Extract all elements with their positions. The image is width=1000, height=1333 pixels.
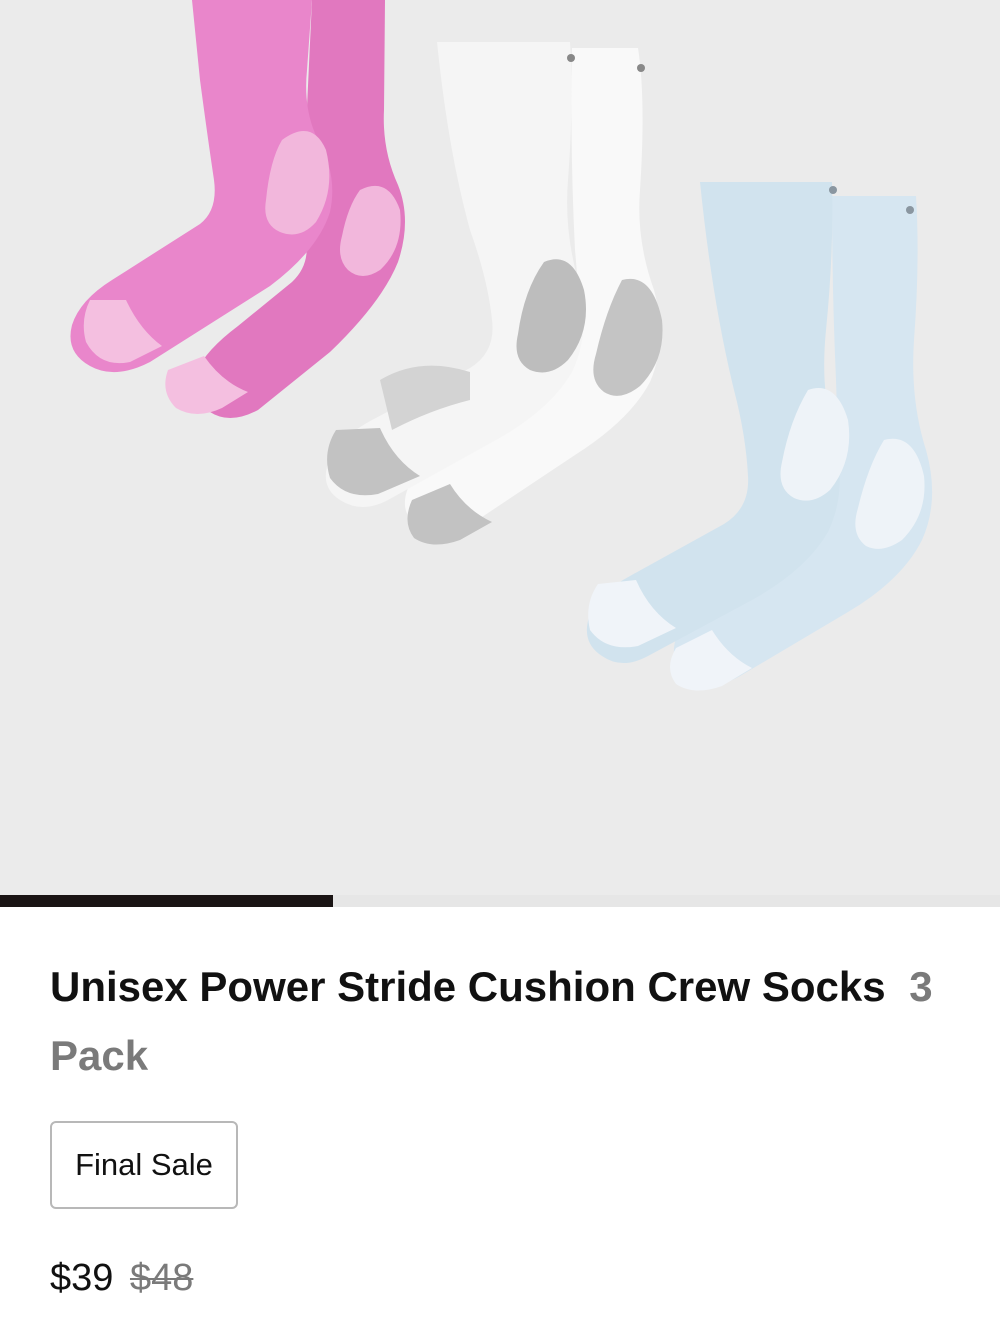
original-price: $48 bbox=[129, 1257, 194, 1299]
current-price: $39 bbox=[50, 1257, 114, 1299]
socks-photo bbox=[70, 0, 933, 691]
final-sale-label: Final Sale bbox=[75, 1147, 213, 1182]
pink-sock-pair bbox=[70, 0, 405, 419]
final-sale-badge: Final Sale bbox=[50, 1121, 238, 1209]
price: $39 $48 bbox=[50, 1258, 193, 1298]
product-name: Unisex Power Stride Cushion Crew Socks bbox=[50, 963, 886, 1010]
product-image[interactable] bbox=[0, 0, 1000, 895]
image-carousel-progress bbox=[0, 895, 1000, 907]
product-page: Unisex Power Stride Cushion Crew Socks 3… bbox=[0, 0, 1000, 1333]
carousel-progress-fill bbox=[0, 895, 333, 907]
product-title: Unisex Power Stride Cushion Crew Socks 3… bbox=[50, 952, 950, 1090]
